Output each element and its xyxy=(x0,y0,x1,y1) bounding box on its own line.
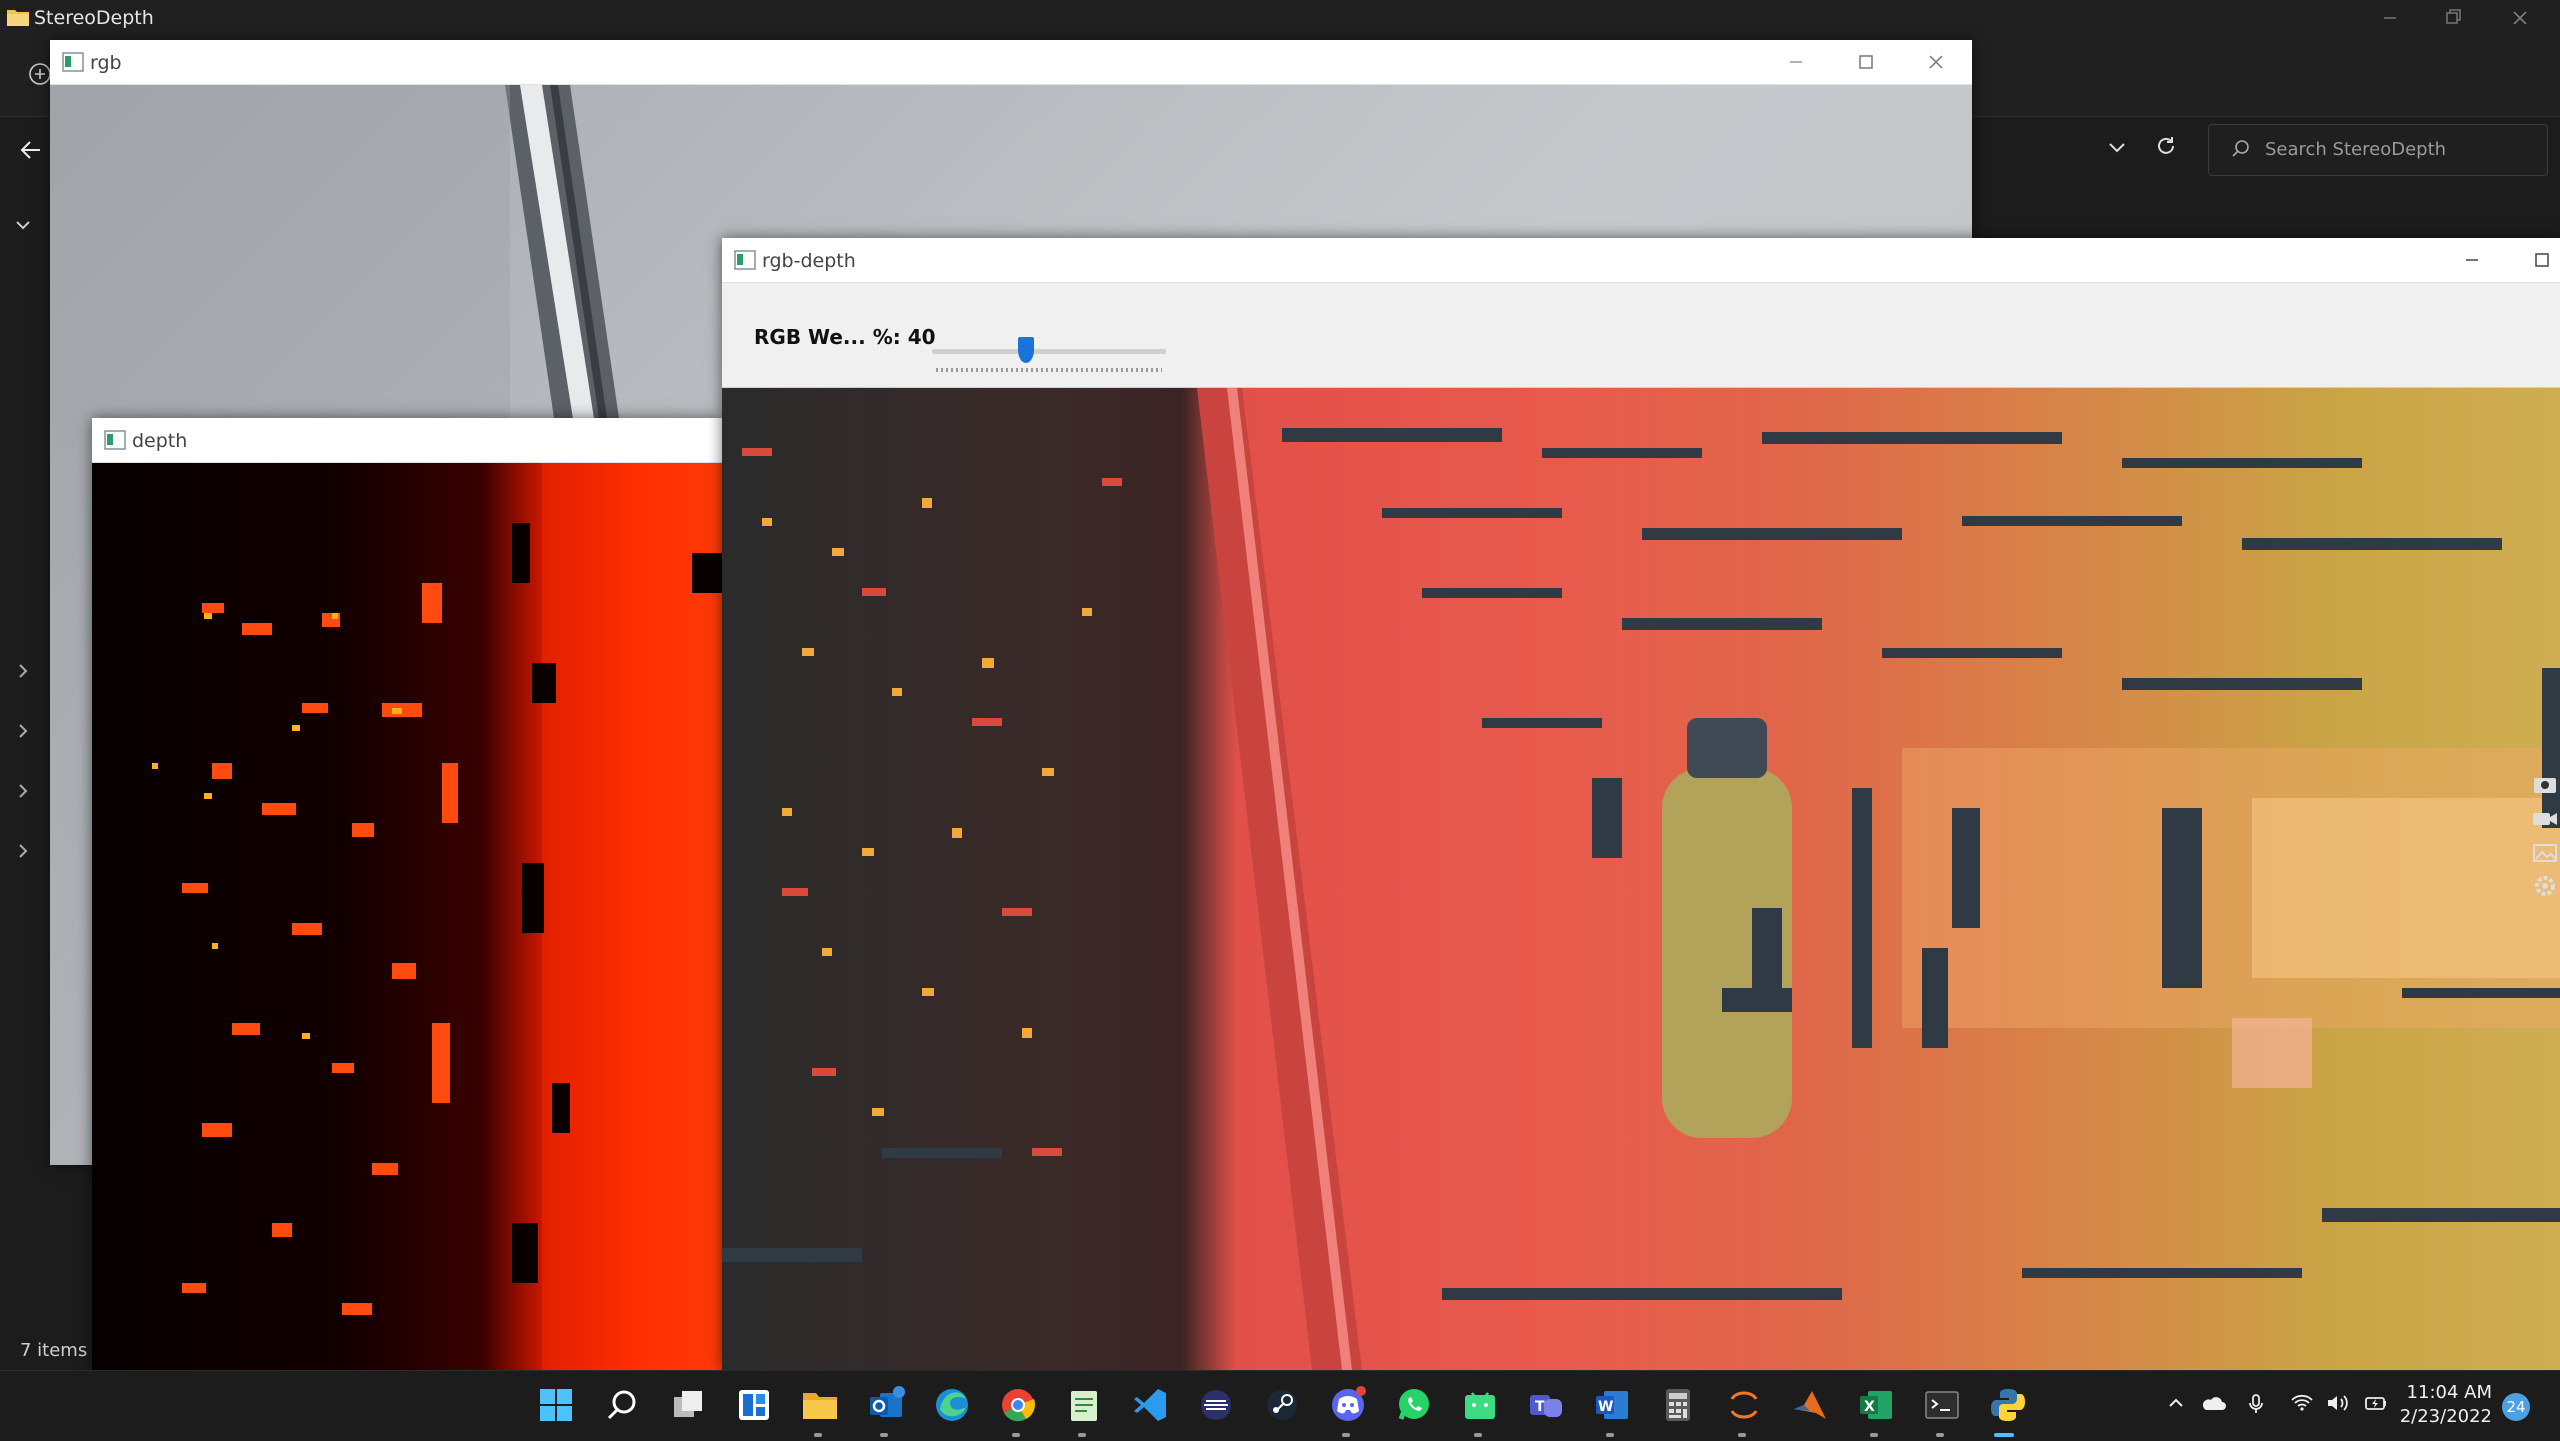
slider-ticks xyxy=(936,368,1162,372)
chevron-right-icon[interactable] xyxy=(14,782,32,800)
depth-map-view xyxy=(92,463,722,1370)
terminal-app-icon[interactable] xyxy=(1196,1385,1236,1425)
word-icon[interactable]: W xyxy=(1592,1385,1632,1425)
onedrive-cloud-icon[interactable] xyxy=(2200,1393,2226,1413)
chevron-right-icon[interactable] xyxy=(14,722,32,740)
blended-frame-image xyxy=(722,388,2560,1370)
python-icon[interactable] xyxy=(1988,1385,2028,1425)
window-title: rgb-depth xyxy=(762,250,856,272)
taskbar: T W X 11:04 AM 2/23/2022 24 xyxy=(0,1370,2560,1441)
calculator-icon[interactable] xyxy=(1658,1385,1698,1425)
camera-icon[interactable] xyxy=(2530,768,2560,800)
rgb-titlebar[interactable]: rgb xyxy=(50,40,1972,85)
chevron-right-icon[interactable] xyxy=(14,842,32,860)
microphone-icon[interactable] xyxy=(2246,1393,2266,1415)
rgb-depth-titlebar[interactable]: rgb-depth xyxy=(722,238,2560,283)
refresh-icon[interactable] xyxy=(2154,134,2178,158)
active-indicator xyxy=(1994,1433,2014,1437)
running-indicator xyxy=(1078,1433,1086,1437)
chevron-down-icon[interactable] xyxy=(14,216,32,234)
rgb-depth-window: rgb-depth RGB We... %: 40 xyxy=(722,238,2560,1370)
running-indicator xyxy=(1870,1433,1878,1437)
steam-icon[interactable] xyxy=(1262,1385,1302,1425)
search-placeholder: Search StereoDepth xyxy=(2265,139,2447,160)
edge-icon[interactable] xyxy=(932,1385,972,1425)
running-indicator xyxy=(1738,1433,1746,1437)
running-indicator xyxy=(1342,1433,1350,1437)
rgb-weight-slider-track[interactable] xyxy=(932,349,1166,354)
wifi-icon[interactable] xyxy=(2290,1393,2314,1413)
running-indicator xyxy=(1474,1433,1482,1437)
teams-icon[interactable]: T xyxy=(1526,1385,1566,1425)
svg-text:X: X xyxy=(1864,1399,1875,1415)
restore-icon[interactable] xyxy=(2432,6,2472,30)
video-toolbar xyxy=(2530,768,2560,904)
volume-icon[interactable] xyxy=(2326,1393,2352,1413)
whatsapp-icon[interactable] xyxy=(1394,1385,1434,1425)
android-studio-icon[interactable] xyxy=(1460,1385,1500,1425)
terminal-icon[interactable] xyxy=(1922,1385,1962,1425)
chrome-icon[interactable] xyxy=(998,1385,1038,1425)
minimize-icon[interactable] xyxy=(1776,48,1816,76)
windows-start-icon[interactable] xyxy=(536,1385,576,1425)
running-indicator xyxy=(814,1433,822,1437)
depth-window: depth xyxy=(92,418,722,1370)
explorer-titlebar[interactable]: StereoDepth xyxy=(0,0,2560,36)
video-camera-icon[interactable] xyxy=(2530,802,2560,834)
minimize-icon[interactable] xyxy=(2452,246,2492,274)
matlab-icon[interactable] xyxy=(1790,1385,1830,1425)
new-tab-icon[interactable] xyxy=(28,62,52,86)
window-title: depth xyxy=(132,430,188,452)
clock-date: 2/23/2022 xyxy=(2399,1406,2492,1427)
outlook-icon[interactable] xyxy=(866,1385,906,1425)
folder-icon xyxy=(7,10,29,26)
running-indicator xyxy=(880,1433,888,1437)
task-view-icon[interactable] xyxy=(668,1385,708,1425)
explorer-title: StereoDepth xyxy=(34,7,154,29)
system-clock[interactable]: 11:04 AM 2/23/2022 xyxy=(2396,1381,2492,1429)
search-icon xyxy=(2232,140,2249,157)
running-indicator xyxy=(1936,1433,1944,1437)
svg-text:T: T xyxy=(1535,1399,1545,1415)
running-indicator xyxy=(1606,1433,1614,1437)
close-icon[interactable] xyxy=(2500,6,2540,30)
trackbar-panel: RGB We... %: 40 xyxy=(722,283,2560,388)
rgb-depth-blend-view xyxy=(722,388,2560,1370)
search-icon[interactable] xyxy=(602,1385,642,1425)
running-indicator xyxy=(1012,1433,1020,1437)
file-explorer-icon[interactable] xyxy=(800,1385,840,1425)
vscode-icon[interactable] xyxy=(1130,1385,1170,1425)
widgets-icon[interactable] xyxy=(734,1385,774,1425)
close-icon[interactable] xyxy=(1916,48,1956,76)
settings-gear-icon[interactable] xyxy=(2530,870,2560,902)
svg-text:W: W xyxy=(1598,1399,1613,1415)
window-title: rgb xyxy=(90,52,122,74)
notification-badge[interactable]: 24 xyxy=(2502,1393,2530,1421)
status-item-count: 7 items xyxy=(20,1340,88,1361)
rgb-weight-label: RGB We... %: 40 xyxy=(754,325,936,349)
discord-icon[interactable] xyxy=(1328,1385,1368,1425)
excel-icon[interactable]: X xyxy=(1856,1385,1896,1425)
minimize-icon[interactable] xyxy=(2370,6,2410,30)
chevron-up-icon[interactable] xyxy=(2166,1393,2186,1413)
battery-charging-icon[interactable] xyxy=(2364,1393,2390,1413)
search-input[interactable]: Search StereoDepth xyxy=(2208,124,2548,176)
depth-map-image xyxy=(152,463,722,1370)
depth-titlebar[interactable]: depth xyxy=(92,418,722,463)
clock-time: 11:04 AM xyxy=(2406,1382,2492,1403)
chevron-down-icon[interactable] xyxy=(2106,138,2128,158)
notepad-icon[interactable] xyxy=(1064,1385,1104,1425)
window-app-icon xyxy=(62,52,84,72)
gallery-icon[interactable] xyxy=(2530,836,2560,868)
maximize-icon[interactable] xyxy=(1846,48,1886,76)
back-arrow-icon[interactable] xyxy=(18,138,44,162)
maximize-icon[interactable] xyxy=(2522,246,2560,274)
window-app-icon xyxy=(734,250,756,270)
jupyter-icon[interactable] xyxy=(1724,1385,1764,1425)
rgb-weight-slider-handle[interactable] xyxy=(1017,337,1034,363)
window-app-icon xyxy=(104,430,126,450)
chevron-right-icon[interactable] xyxy=(14,662,32,680)
